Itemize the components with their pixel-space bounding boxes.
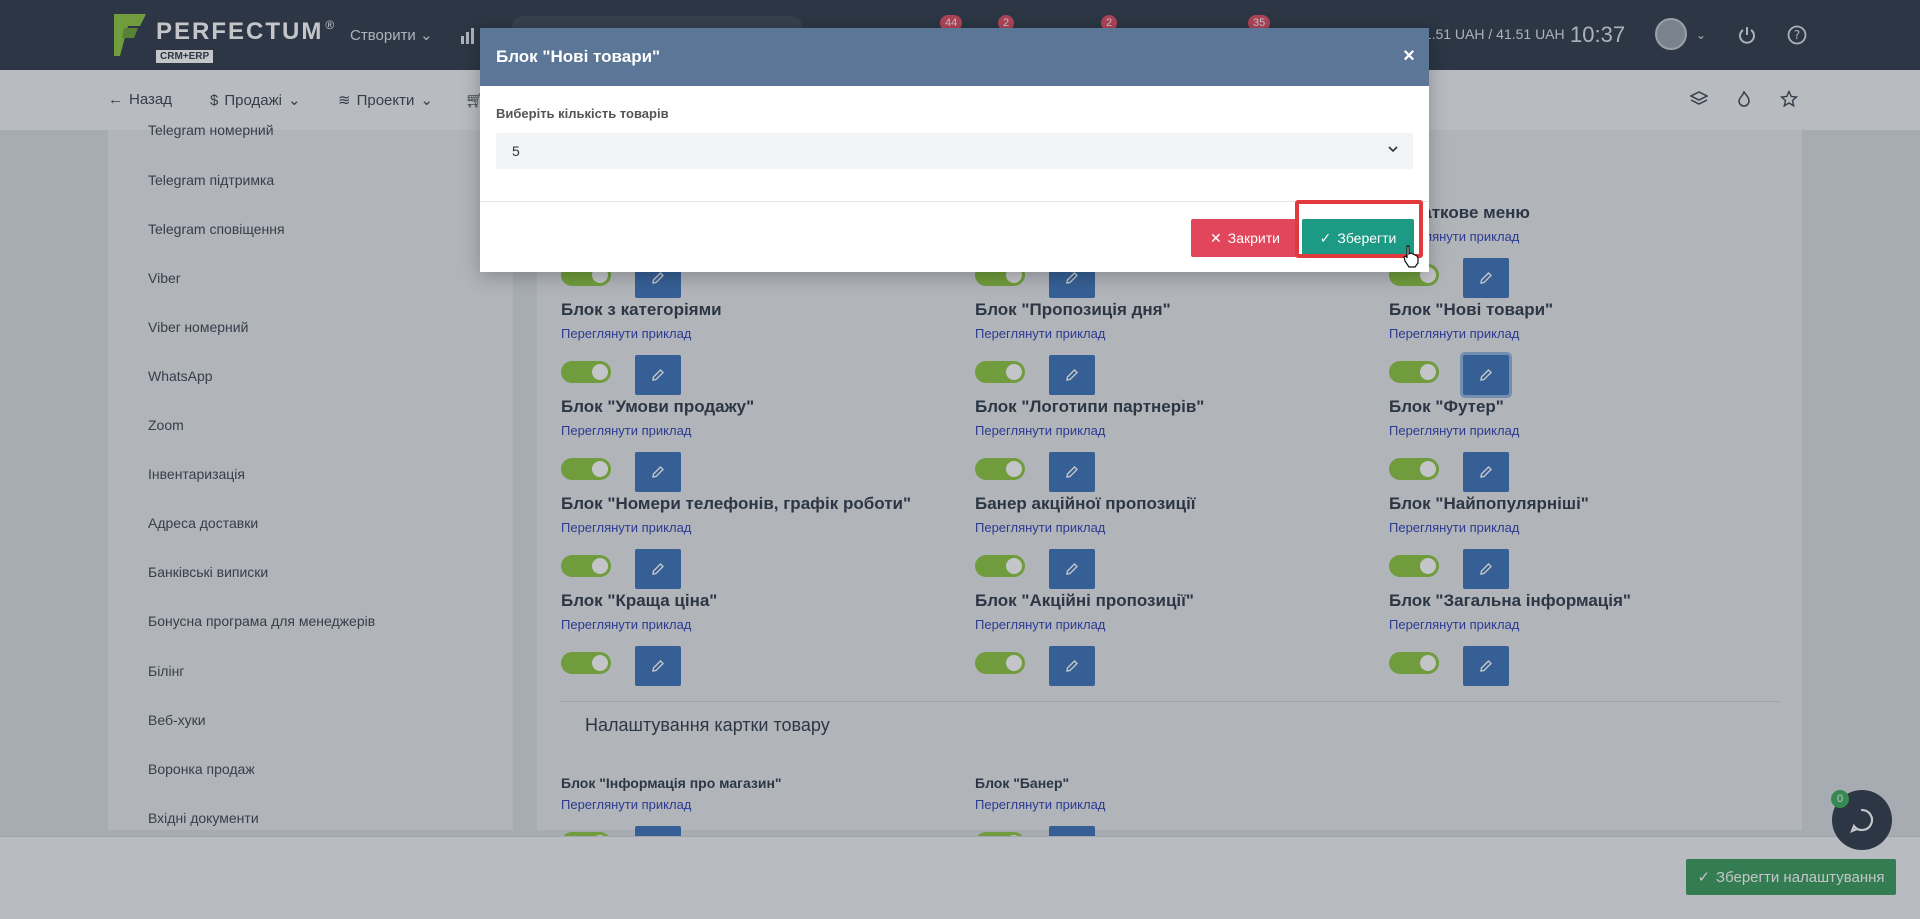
product-count-label: Виберіть кількість товарів xyxy=(496,106,669,121)
close-button-label: Закрити xyxy=(1227,230,1280,246)
modal-title: Блок "Нові товари" xyxy=(496,47,661,66)
select-value: 5 xyxy=(512,143,520,159)
chevron-down-icon xyxy=(1388,146,1398,153)
modal-divider xyxy=(480,201,1429,202)
x-icon: ✕ xyxy=(1210,229,1222,246)
modal-header: Блок "Нові товари" xyxy=(480,28,1429,86)
new-products-modal: Блок "Нові товари" × Виберіть кількість … xyxy=(480,28,1429,272)
close-button[interactable]: ✕ Закрити xyxy=(1191,219,1299,257)
product-count-select[interactable]: 5 xyxy=(496,133,1413,169)
close-icon[interactable]: × xyxy=(1397,44,1421,68)
hand-cursor-icon xyxy=(1403,245,1419,268)
